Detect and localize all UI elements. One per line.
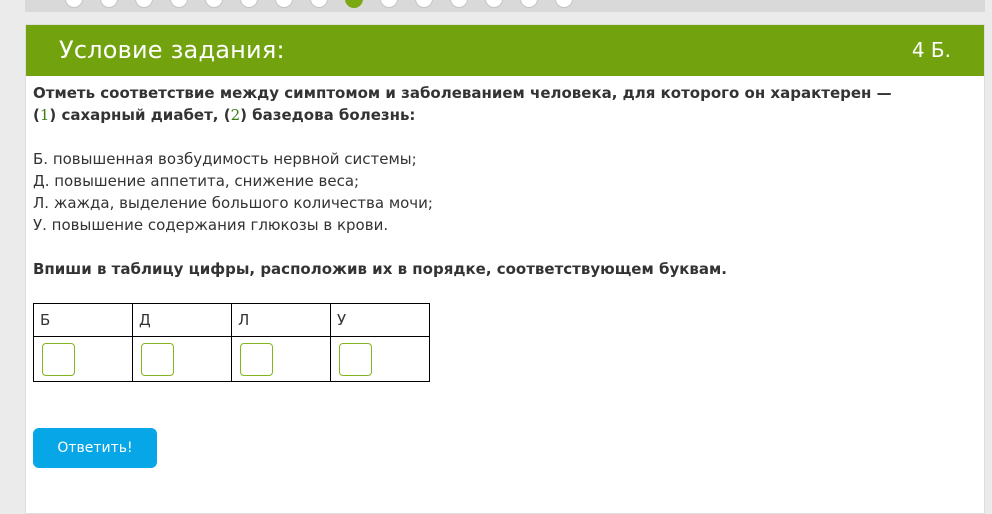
- task-points: 4 Б.: [911, 38, 951, 62]
- symptom-option: Д. повышение аппетита, снижение веса;: [33, 172, 360, 190]
- answer-input-cell: [132, 336, 232, 382]
- answer-letter-cell: Б: [33, 303, 133, 337]
- question-text: ) базедова болезнь:: [240, 106, 416, 124]
- task-title: Условие задания:: [59, 36, 285, 64]
- answer-input-d[interactable]: [141, 342, 174, 376]
- task-question: Отметь соответствие между симптомом и за…: [33, 82, 913, 126]
- task-content: Отметь соответствие между симптомом и за…: [33, 82, 913, 280]
- progress-step[interactable]: [65, 0, 83, 8]
- progress-dots: [65, 0, 590, 8]
- answer-input-b[interactable]: [42, 342, 75, 376]
- answer-input-cell: [330, 336, 430, 382]
- progress-step[interactable]: [275, 0, 293, 8]
- symptom-list: Б. повышенная возбудимость нервной систе…: [33, 148, 913, 236]
- progress-step[interactable]: [380, 0, 398, 8]
- symptom-option: Л. жажда, выделение большого количества …: [33, 194, 433, 212]
- progress-step[interactable]: [205, 0, 223, 8]
- answer-table-input-row: [33, 336, 430, 382]
- progress-step[interactable]: [520, 0, 538, 8]
- disease-number-2: 2: [230, 106, 241, 124]
- symptom-option: Б. повышенная возбудимость нервной систе…: [33, 150, 417, 168]
- submit-button[interactable]: Ответить!: [33, 428, 157, 468]
- progress-step[interactable]: [415, 0, 433, 8]
- symptom-option: У. повышение содержания глюкозы в крови.: [33, 216, 389, 234]
- disease-number-1: 1: [39, 106, 50, 124]
- progress-step[interactable]: [135, 0, 153, 8]
- progress-step[interactable]: [310, 0, 328, 8]
- progress-step[interactable]: [485, 0, 503, 8]
- progress-strip: [25, 0, 985, 12]
- answer-letter-cell: Д: [132, 303, 232, 337]
- answer-input-cell: [33, 336, 133, 382]
- answer-input-cell: [231, 336, 331, 382]
- task-instruction: Впиши в таблицу цифры, расположив их в п…: [33, 260, 727, 278]
- progress-step[interactable]: [555, 0, 573, 8]
- progress-step-current[interactable]: [345, 0, 363, 8]
- task-header: Условие задания: 4 Б.: [26, 25, 984, 76]
- answer-input-l[interactable]: [240, 342, 273, 376]
- answer-table: Б Д Л У: [33, 303, 430, 382]
- answer-letter-cell: У: [330, 303, 430, 337]
- answer-table-header-row: Б Д Л У: [33, 303, 430, 337]
- progress-step[interactable]: [450, 0, 468, 8]
- progress-step[interactable]: [240, 0, 258, 8]
- answer-input-u[interactable]: [339, 342, 372, 376]
- progress-step[interactable]: [170, 0, 188, 8]
- answer-letter-cell: Л: [231, 303, 331, 337]
- question-text: ) сахарный диабет, (: [49, 106, 231, 124]
- progress-step[interactable]: [100, 0, 118, 8]
